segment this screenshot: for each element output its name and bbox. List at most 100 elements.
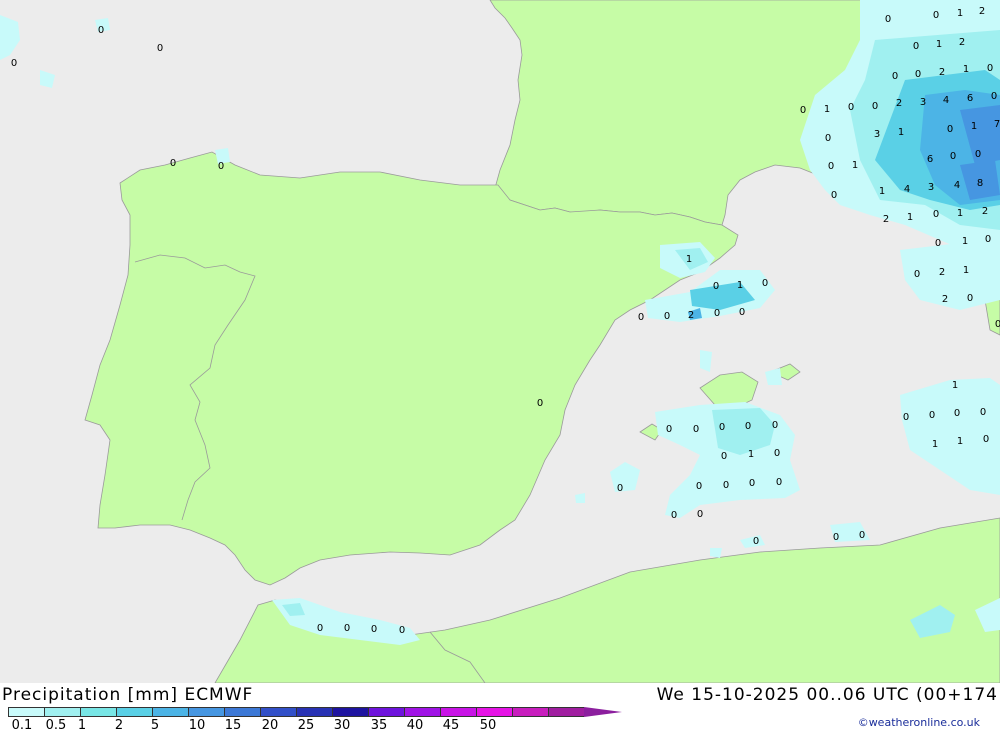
- legend-swatch: [8, 707, 44, 717]
- precip-value-label: 0: [947, 124, 953, 135]
- precip-value-label: 0: [666, 424, 672, 435]
- precip-value-label: 2: [979, 6, 985, 17]
- precip-value-label: 0: [399, 625, 405, 636]
- precip-value-label: 0: [825, 133, 831, 144]
- precip-value-label: 0: [995, 319, 1000, 330]
- precip-value-label: 0: [772, 420, 778, 431]
- precip-value-label: 0: [714, 308, 720, 319]
- precip-value-label: 6: [927, 154, 933, 165]
- legend-tick-label: 2: [114, 718, 124, 733]
- precip-value-label: 1: [952, 380, 958, 391]
- precip-value-label: 0: [800, 105, 806, 116]
- precip-value-label: 1: [879, 186, 885, 197]
- legend-tick-label: 5: [150, 718, 160, 733]
- precip-value-label: 1: [686, 254, 692, 265]
- precip-value-label: 0: [828, 161, 834, 172]
- legend-tick-label: 1: [77, 718, 87, 733]
- precip-value-label: 0: [317, 623, 323, 634]
- precip-value-label: 0: [671, 510, 677, 521]
- precip-value-label: 0: [11, 58, 17, 69]
- precip-value-label: 3: [874, 129, 880, 140]
- valid-time: We 15-10-2025 00..06 UTC (00+174: [656, 685, 998, 705]
- precip-value-label: 0: [98, 25, 104, 36]
- precip-value-label: 6: [967, 93, 973, 104]
- precip-value-label: 0: [696, 481, 702, 492]
- precip-value-label: 0: [762, 278, 768, 289]
- legend-ticks: 0.1 0.5 1 2 5 10 15 20 25 30 35 40 45 50: [0, 718, 560, 733]
- precip-value-label: 0: [693, 424, 699, 435]
- precip-value-label: 0: [872, 101, 878, 112]
- legend-tick-label: 35: [370, 718, 388, 733]
- precip-value-label: 0: [935, 238, 941, 249]
- legend-tick-label: 45: [442, 718, 460, 733]
- legend-swatch: [440, 707, 476, 717]
- legend-tick-label: 40: [406, 718, 424, 733]
- color-legend: [8, 707, 622, 717]
- legend-arrow-icon: [584, 707, 622, 717]
- precip-value-label: 0: [745, 421, 751, 432]
- precip-value-label: 0: [371, 624, 377, 635]
- precip-value-label: 0: [991, 91, 997, 102]
- precip-value-label: 0: [774, 448, 780, 459]
- precip-value-label: 0: [987, 63, 993, 74]
- precipitation-map[interactable]: 0 0 0 0 0 0 0 1 2 0 1 2 0 0 2 1 0 0 1 0 0 2 3 4 6 0 0 1 3 0 1 7 0 1 6 0 0 0 1 4…: [0, 0, 1000, 683]
- legend-swatch: [260, 707, 296, 717]
- precip-value-label: 2: [982, 206, 988, 217]
- precip-value-label: 1: [737, 280, 743, 291]
- map-footer: Precipitation [mm] ECMWF We 15-10-2025 0…: [0, 683, 1000, 733]
- legend-swatch: [152, 707, 188, 717]
- precip-value-label: 1: [971, 121, 977, 132]
- precip-value-label: 0: [749, 478, 755, 489]
- precip-value-label: 0: [954, 408, 960, 419]
- precip-value-label: 1: [898, 127, 904, 138]
- precip-value-label: 0: [913, 41, 919, 52]
- precip-value-label: 0: [933, 209, 939, 220]
- precip-value-label: 0: [776, 477, 782, 488]
- legend-tick-label: 20: [261, 718, 279, 733]
- precip-value-label: 0: [638, 312, 644, 323]
- legend-swatch: [80, 707, 116, 717]
- precip-value-label: 0: [721, 451, 727, 462]
- precip-value-label: 0: [914, 269, 920, 280]
- legend-tick-label: 0.5: [45, 718, 67, 733]
- legend-tick-label: 50: [479, 718, 497, 733]
- precip-value-label: 0: [859, 530, 865, 541]
- precip-value-label: 0: [967, 293, 973, 304]
- precip-value-label: 1: [963, 265, 969, 276]
- precip-value-label: 1: [932, 439, 938, 450]
- precip-value-label: 8: [977, 178, 983, 189]
- legend-swatch: [224, 707, 260, 717]
- legend-swatch: [116, 707, 152, 717]
- precip-value-label: 0: [617, 483, 623, 494]
- precip-value-label: 1: [957, 208, 963, 219]
- precip-value-label: 3: [920, 97, 926, 108]
- precip-value-label: 0: [980, 407, 986, 418]
- precip-value-label: 2: [883, 214, 889, 225]
- precip-value-label: 1: [907, 212, 913, 223]
- precip-value-label: 0: [157, 43, 163, 54]
- precip-value-label: 0: [723, 480, 729, 491]
- precip-value-label: 2: [688, 310, 694, 321]
- precip-value-label: 0: [753, 536, 759, 547]
- legend-swatch: [404, 707, 440, 717]
- legend-tick-label: 30: [333, 718, 351, 733]
- precip-value-label: 1: [824, 104, 830, 115]
- legend-swatch: [368, 707, 404, 717]
- precip-value-label: 0: [885, 14, 891, 25]
- legend-swatch: [296, 707, 332, 717]
- precip-value-label: 1: [748, 449, 754, 460]
- precip-value-label: 0: [892, 71, 898, 82]
- precip-value-label: 0: [697, 509, 703, 520]
- credit-link[interactable]: ©weatheronline.co.uk: [858, 716, 980, 729]
- precip-value-label: 0: [537, 398, 543, 409]
- precip-value-label: 1: [962, 236, 968, 247]
- precip-value-label: 4: [943, 95, 949, 106]
- precip-value-label: 0: [983, 434, 989, 445]
- legend-swatch: [188, 707, 224, 717]
- precip-value-label: 0: [831, 190, 837, 201]
- precip-value-label: 0: [985, 234, 991, 245]
- legend-swatch: [548, 707, 584, 717]
- precip-value-label: 0: [344, 623, 350, 634]
- precip-value-label: 2: [942, 294, 948, 305]
- precip-value-label: 2: [896, 98, 902, 109]
